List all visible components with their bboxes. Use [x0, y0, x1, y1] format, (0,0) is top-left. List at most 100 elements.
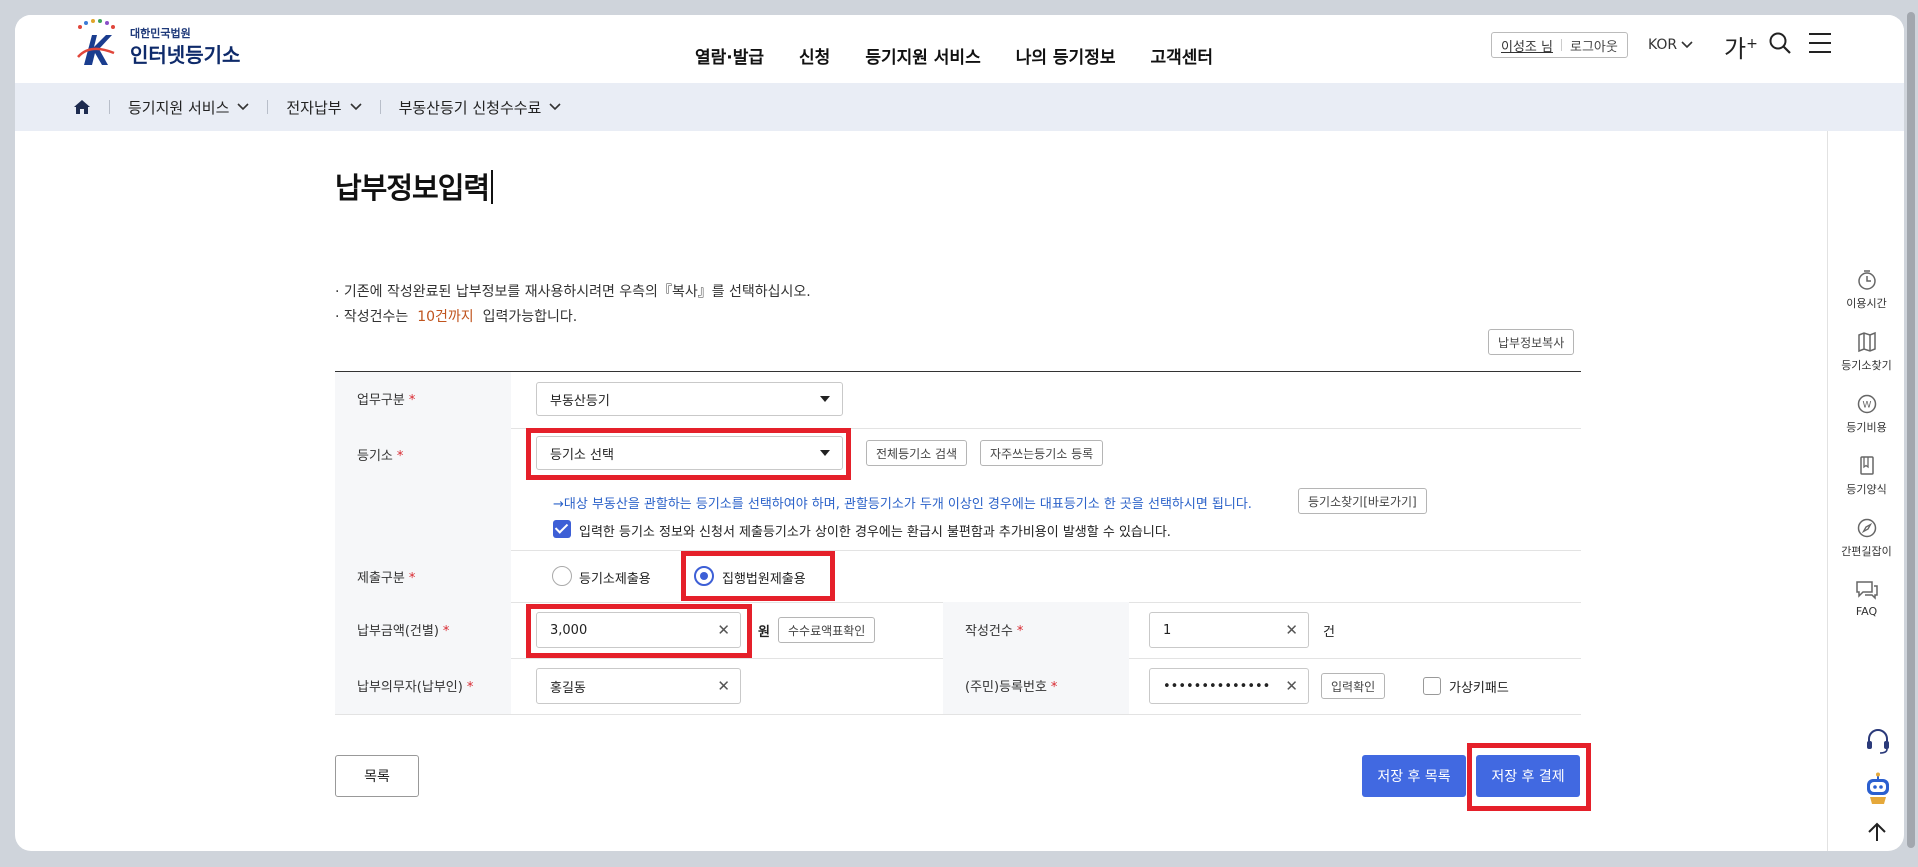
radio-court-submit[interactable] [694, 566, 714, 586]
arrow-up-icon[interactable] [1865, 821, 1889, 843]
payment-form: 업무구분* 부동산등기 등기소* 등기소 선택 전체등기소 검색 자주쓰는등 [335, 371, 1581, 715]
row-payer: 납부의무자(납부인) * 홍길동 ✕ (주민)등록번호 * ••••••••••••… [335, 658, 1581, 715]
search-icon[interactable] [1767, 30, 1793, 56]
site-logo[interactable]: 대한민국법원 인터넷등기소 [72, 15, 262, 75]
regno-label: (주민)등록번호 * [943, 658, 1129, 714]
nav-support[interactable]: 등기지원 서비스 [865, 43, 980, 68]
divider [267, 100, 269, 114]
field-label: 납부금액(건별) [357, 624, 439, 639]
fee-table-button[interactable]: 수수료액표확인 [778, 617, 876, 643]
divider [379, 100, 381, 114]
row-submit-type: 제출구분 * 등기소제출용 집행법원제출용 [335, 550, 1581, 603]
radio-registry-submit[interactable] [552, 566, 572, 586]
font-size-label: 가 [1724, 35, 1747, 63]
chevron-down-icon [549, 103, 561, 111]
chevron-down-icon [237, 103, 249, 111]
amount-input[interactable]: 3,000 ✕ [536, 612, 741, 648]
site-header: 대한민국법원 인터넷등기소 열람·발급 신청 등기지원 서비스 나의 등기정보 … [15, 15, 1904, 83]
radio-label: 집행법원제출용 [722, 572, 806, 587]
main-nav: 열람·발급 신청 등기지원 서비스 나의 등기정보 고객센터 [695, 43, 1248, 68]
registry-select[interactable]: 등기소 선택 [536, 436, 843, 470]
clear-icon[interactable]: ✕ [1285, 622, 1298, 638]
home-icon[interactable] [73, 99, 91, 115]
required-mark: * [442, 624, 450, 639]
breadcrumb-epay[interactable]: 전자납부 [286, 97, 362, 118]
chatbot-robot-icon[interactable] [1862, 772, 1894, 806]
language-label: KOR [1648, 37, 1678, 53]
virtual-keypad-label: 가상키패드 [1449, 681, 1509, 696]
breadcrumb-bar: 등기지원 서비스 전자납부 부동산등기 신청수수료 [15, 83, 1904, 131]
nav-view-issue[interactable]: 열람·발급 [695, 43, 764, 68]
required-mark: * [466, 680, 474, 695]
user-box: 이성조 님 로그아웃 [1491, 32, 1628, 58]
payer-input[interactable]: 홍길동 ✕ [536, 668, 741, 704]
search-all-registry-button[interactable]: 전체등기소 검색 [866, 440, 968, 466]
breadcrumb-support[interactable]: 등기지원 서비스 [128, 97, 249, 118]
registry-help-text: →대상 부동산을 관할하는 등기소를 선택하여야 하며, 관할등기소가 두개 이… [553, 497, 1252, 512]
nav-apply[interactable]: 신청 [799, 43, 830, 68]
count-unit: 건 [1323, 625, 1335, 640]
field-label: 등기소 [357, 449, 393, 464]
caret-down-icon [820, 450, 830, 456]
quick-forms[interactable]: 등기양식 [1828, 455, 1904, 497]
count-label: 작성건수 * [943, 602, 1129, 658]
work-type-select[interactable]: 부동산등기 [536, 382, 843, 416]
court-logo-icon [77, 19, 115, 65]
quick-label: 등기비용 [1846, 421, 1887, 434]
quick-label: 등기양식 [1846, 483, 1887, 496]
nav-customer[interactable]: 고객센터 [1150, 43, 1213, 68]
quick-find-office[interactable]: 등기소찾기 [1828, 331, 1904, 373]
note-text: 입력가능합니다. [482, 309, 578, 325]
row-work-type: 업무구분 * 부동산등기 [335, 372, 1581, 429]
copy-payment-info-button[interactable]: 납부정보복사 [1488, 329, 1575, 355]
favorite-registry-button[interactable]: 자주쓰는등기소 등록 [980, 440, 1104, 466]
plus-icon: + [1746, 36, 1758, 52]
input-value: 홍길동 [550, 680, 586, 696]
browser-window: 대한민국법원 인터넷등기소 열람·발급 신청 등기지원 서비스 나의 등기정보 … [15, 15, 1904, 851]
logout-link[interactable]: 로그아웃 [1570, 36, 1618, 55]
required-mark: * [1050, 680, 1058, 695]
field-label: 작성건수 [965, 624, 1013, 639]
quick-hours[interactable]: 이용시간 [1828, 269, 1904, 311]
quick-guide[interactable]: 간편길잡이 [1828, 517, 1904, 559]
find-registry-link[interactable]: 등기소찾기[바로가기] [1298, 488, 1427, 514]
submit-type-label: 제출구분 * [335, 550, 511, 602]
user-name-link[interactable]: 이성조 님 [1501, 36, 1553, 55]
list-button[interactable]: 목록 [335, 755, 419, 797]
headset-icon[interactable] [1865, 727, 1891, 755]
quick-label: 이용시간 [1846, 297, 1887, 310]
save-and-pay-button[interactable]: 저장 후 결제 [1476, 755, 1580, 797]
virtual-keypad-checkbox[interactable] [1423, 677, 1441, 695]
chevron-down-icon [1681, 41, 1693, 49]
language-select[interactable]: KOR [1648, 37, 1693, 53]
hamburger-menu-icon[interactable] [1807, 30, 1833, 56]
clear-icon[interactable]: ✕ [717, 678, 730, 694]
required-mark: * [396, 449, 404, 464]
agree-checkbox[interactable] [553, 520, 571, 538]
quick-cost[interactable]: W 등기비용 [1828, 393, 1904, 435]
required-mark: * [1016, 624, 1024, 639]
caret-down-icon [820, 396, 830, 402]
quick-label: 간편길잡이 [1841, 545, 1892, 558]
clear-icon[interactable]: ✕ [1285, 678, 1298, 694]
breadcrumb-fee[interactable]: 부동산등기 신청수수료 [399, 97, 562, 118]
field-label: (주민)등록번호 [965, 680, 1047, 695]
compass-icon [1857, 518, 1876, 538]
scrollbar-thumb[interactable] [1907, 12, 1915, 848]
select-value: 부동산등기 [550, 393, 610, 409]
field-label: 업무구분 [357, 393, 405, 408]
radio-label: 등기소제출용 [579, 572, 651, 587]
clear-icon[interactable]: ✕ [717, 622, 730, 638]
registry-label: 등기소 * [335, 428, 511, 550]
agree-checkbox-label: 입력한 등기소 정보와 신청서 제출등기소가 상이한 경우에는 환급시 불편함과… [579, 525, 1171, 540]
count-input[interactable]: 1 ✕ [1149, 612, 1309, 648]
save-and-list-button[interactable]: 저장 후 목록 [1362, 755, 1466, 797]
font-size-button[interactable]: 가+ [1724, 29, 1758, 64]
input-value: 1 [1163, 622, 1172, 638]
regno-input[interactable]: •••••••••••••• ✕ [1149, 668, 1309, 704]
quick-faq[interactable]: FAQ [1828, 579, 1904, 618]
divider [109, 100, 110, 114]
nav-my-info[interactable]: 나의 등기정보 [1016, 43, 1116, 68]
amount-unit: 원 [758, 625, 770, 640]
regno-confirm-button[interactable]: 입력확인 [1321, 673, 1386, 699]
